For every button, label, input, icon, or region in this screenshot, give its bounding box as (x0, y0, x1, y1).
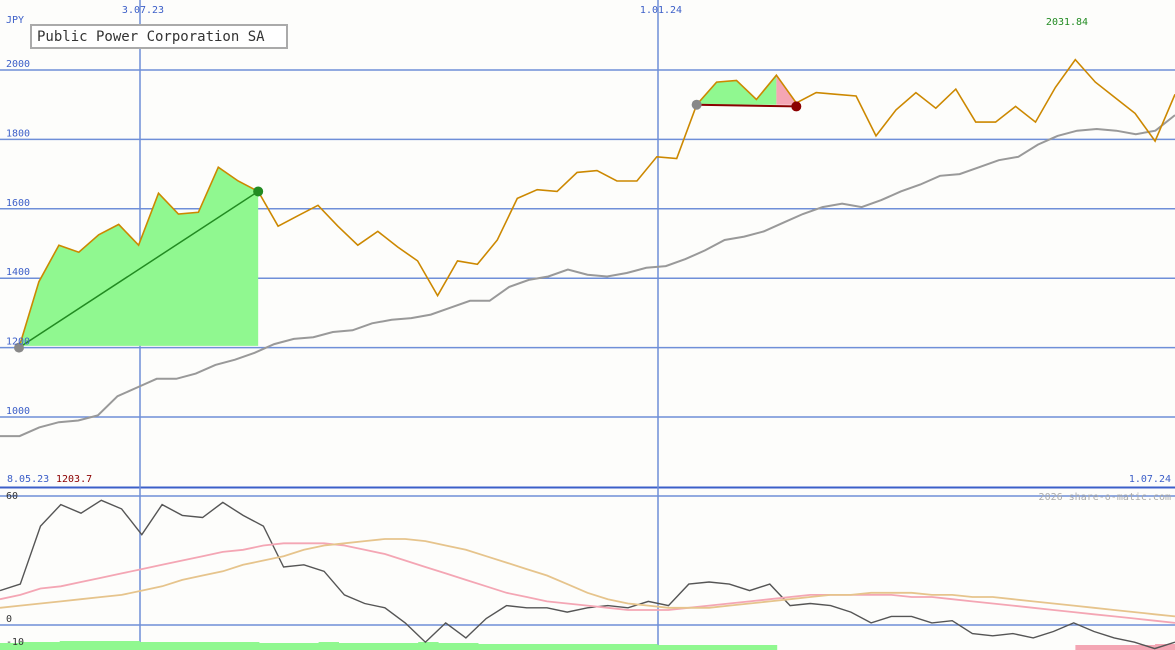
volume-bar (358, 643, 379, 650)
volume-bar (637, 644, 658, 650)
volume-bar (537, 644, 559, 650)
indicator-panel-background (0, 489, 1175, 650)
volume-bar (657, 645, 678, 650)
indicator-tick-label: 0 (6, 614, 12, 625)
y-tick-label: 1000 (6, 406, 30, 417)
volume-bar (697, 645, 718, 650)
currency-label: JPY (6, 15, 24, 26)
volume-bar (517, 644, 539, 650)
volume-bar (1115, 645, 1136, 650)
volume-bar (677, 645, 698, 650)
chart-title: Public Power Corporation SA (37, 29, 265, 45)
volume-bar (79, 641, 101, 650)
volume-bar (318, 642, 339, 650)
volume-bar (179, 642, 200, 650)
volume-bar (39, 642, 61, 650)
volume-bar (418, 642, 439, 650)
trade-exit-marker (253, 186, 264, 197)
volume-bar (338, 643, 359, 650)
volume-bar (597, 644, 618, 650)
watermark: 2026 share-o-matic.com (1039, 492, 1171, 503)
volume-bar (458, 643, 479, 650)
volume-bar (736, 645, 758, 650)
max-value-label: 2031.84 (1046, 17, 1088, 28)
range-end-date: 1.07.24 (1129, 474, 1171, 485)
volume-bar (577, 644, 598, 650)
indicator-tick-label: -10 (6, 637, 24, 648)
volume-bar (378, 643, 399, 650)
volume-bar (1075, 645, 1096, 650)
volume-bar (478, 644, 499, 650)
x-date-label-1: 3.07.23 (122, 5, 164, 16)
volume-bar (199, 642, 220, 650)
volume-bar (617, 644, 638, 650)
volume-bar (1095, 645, 1116, 650)
trade-exit-marker (791, 101, 802, 112)
y-tick-label: 2000 (6, 59, 30, 70)
volume-bar (398, 643, 419, 650)
volume-bar (139, 642, 160, 650)
stock-chart: 1000 1200 1400 1600 1800 2000 -10 0 60 Public Po… (0, 0, 1175, 650)
volume-bar (298, 643, 320, 650)
volume-bar (59, 641, 81, 650)
volume-bar (239, 642, 260, 650)
volume-bar (219, 642, 240, 650)
x-date-label-2: 1.01.24 (640, 5, 682, 16)
y-tick-label: 1600 (6, 198, 30, 209)
y-tick-label: 1200 (6, 337, 30, 348)
y-tick-label: 1400 (6, 267, 30, 278)
volume-bar (716, 645, 738, 650)
volume-bar (258, 643, 280, 650)
volume-bar (557, 644, 578, 650)
volume-bar (497, 644, 519, 650)
volume-bar (99, 641, 120, 650)
y-tick-label: 1800 (6, 128, 30, 139)
range-start-date: 8.05.23 (7, 474, 49, 485)
range-start-value: 1203.7 (56, 474, 92, 485)
volume-bar (438, 643, 459, 650)
volume-bar (756, 645, 778, 650)
indicator-tick-label: 60 (6, 491, 18, 502)
volume-bar (159, 642, 180, 650)
volume-bar (278, 643, 300, 650)
volume-bar (119, 641, 140, 650)
trade-entry-marker (691, 99, 702, 110)
